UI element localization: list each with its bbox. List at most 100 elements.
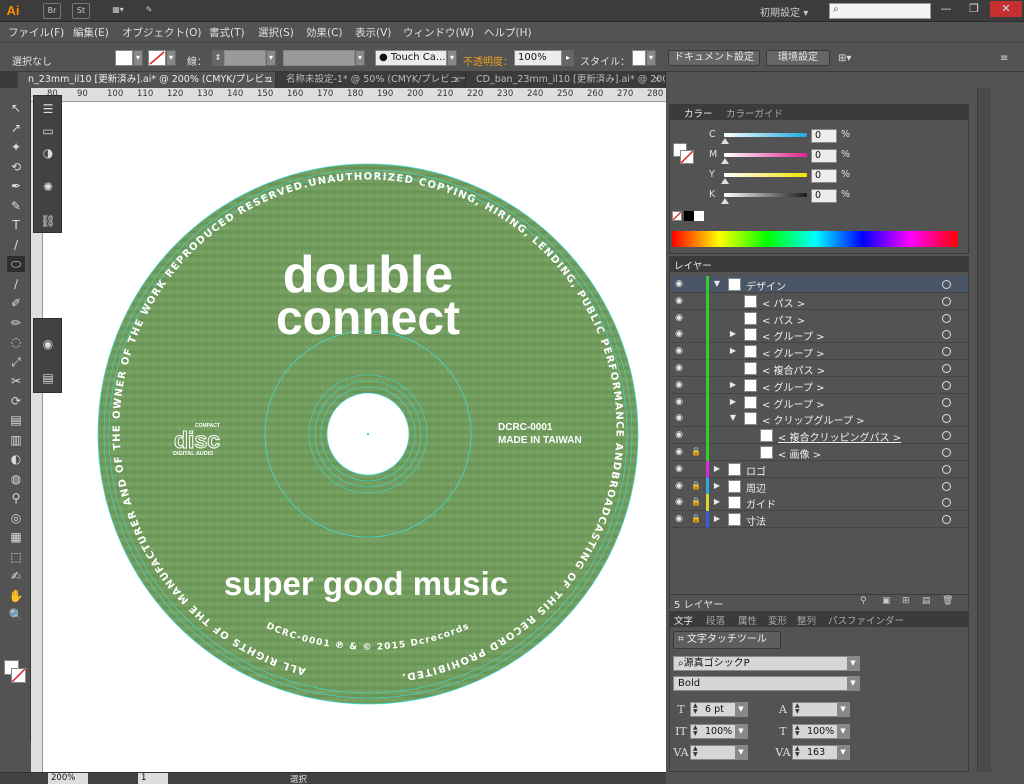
vertical-scale-input[interactable]: ▲ ▼ 100% ▼: [690, 724, 748, 739]
fill-dropdown[interactable]: ▾: [133, 50, 143, 66]
chevron-down-icon[interactable]: ▼: [735, 725, 747, 738]
expand-toggle-icon[interactable]: [744, 446, 754, 458]
layer-row[interactable]: ◉ 🔒 ▶ 周辺: [670, 477, 968, 495]
expand-toggle-icon[interactable]: [728, 362, 738, 374]
tab-paragraph[interactable]: 段落: [706, 613, 725, 627]
close-icon[interactable]: ×: [263, 72, 271, 88]
slider-value-y[interactable]: 0: [811, 169, 837, 183]
menu-view[interactable]: 表示(V): [355, 25, 391, 40]
target-circle-icon[interactable]: [942, 380, 951, 390]
selection-tool-icon[interactable]: ↖: [7, 100, 25, 116]
blend-tool-icon[interactable]: ▦: [7, 529, 25, 545]
slider-track-m[interactable]: [724, 153, 807, 157]
target-circle-icon[interactable]: [942, 397, 951, 407]
help-search-input[interactable]: ⌕: [829, 3, 931, 19]
target-circle-icon[interactable]: [942, 448, 951, 457]
tab-color[interactable]: カラー: [684, 106, 713, 120]
eye-icon[interactable]: ◉: [672, 328, 686, 340]
lock-icon[interactable]: [690, 396, 702, 408]
shape-builder-tool-icon[interactable]: ▥: [7, 432, 25, 448]
graphic-style-swatch[interactable]: [632, 50, 646, 66]
eye-icon[interactable]: ◉: [672, 362, 686, 374]
eye-icon[interactable]: ◉: [672, 513, 686, 525]
line-segment-tool-icon[interactable]: /: [7, 237, 25, 253]
layer-row[interactable]: ◉ ▶ ロゴ: [670, 460, 968, 478]
chevron-down-icon[interactable]: ▼: [837, 703, 849, 716]
minimize-button[interactable]: —: [932, 1, 960, 17]
opacity-input[interactable]: 100%: [514, 50, 562, 66]
slider-thumb[interactable]: [721, 178, 729, 184]
target-circle-icon[interactable]: [942, 347, 951, 357]
lock-icon[interactable]: [690, 412, 702, 424]
eye-icon[interactable]: ◉: [672, 396, 686, 408]
target-circle-icon[interactable]: [942, 515, 951, 525]
tab-document-1[interactable]: n_23mm_il10 [更新済み].ai* @ 200% (CMYK/プレビュ…: [18, 72, 276, 88]
eye-icon[interactable]: ◉: [672, 480, 686, 492]
layer-name[interactable]: < パス >: [762, 295, 805, 310]
expand-toggle-icon[interactable]: ▶: [728, 345, 738, 357]
menu-window[interactable]: ウィンドウ(W): [403, 25, 474, 40]
layer-name[interactable]: ロゴ: [746, 463, 766, 478]
expand-toggle-icon[interactable]: ▼: [728, 412, 738, 424]
magic-wand-tool-icon[interactable]: ✦: [7, 139, 25, 155]
slider-thumb[interactable]: [721, 138, 729, 144]
hand-tool-icon[interactable]: 🔍: [7, 607, 25, 623]
close-window-button[interactable]: ✕: [990, 1, 1022, 17]
direct-selection-tool-icon[interactable]: ↗: [7, 120, 25, 136]
layer-name[interactable]: 周辺: [746, 480, 766, 495]
layer-row[interactable]: ◉ ▶ < グループ >: [670, 326, 968, 344]
tab-document-3[interactable]: CD_ban_23mm_il10 [更新済み].ai* @ 200% (CMYK…: [466, 72, 666, 88]
artboard-number-select[interactable]: 1: [138, 773, 168, 784]
expand-toggle-icon[interactable]: ▶: [712, 496, 722, 508]
layer-row[interactable]: ◉ ▼ < クリップグループ >: [670, 410, 968, 428]
lock-icon[interactable]: [690, 463, 702, 475]
expand-toggle-icon[interactable]: ▶: [728, 328, 738, 340]
tab-layers[interactable]: レイヤー: [674, 258, 712, 272]
lock-icon[interactable]: [690, 312, 702, 324]
arrange-documents-icon[interactable]: ▦▾: [106, 3, 130, 19]
layer-row[interactable]: ◉ < パス >: [670, 292, 968, 310]
stroke-indicator[interactable]: [680, 150, 694, 164]
chevron-down-icon[interactable]: ▼: [847, 657, 859, 670]
eye-icon[interactable]: ◉: [672, 295, 686, 307]
tracking-input[interactable]: ▲ ▼ 163 ▼: [792, 745, 850, 760]
layer-name[interactable]: < グループ >: [762, 396, 825, 411]
tab-color-guide[interactable]: カラーガイド: [726, 106, 783, 120]
brush-definition[interactable]: ● Touch Ca...: [375, 50, 447, 66]
layer-row[interactable]: ◉ ▶ < グループ >: [670, 393, 968, 411]
lock-icon[interactable]: [690, 429, 702, 441]
chevron-down-icon[interactable]: ▼: [735, 703, 747, 716]
horizontal-scale-input[interactable]: ▲ ▼ 100% ▼: [792, 724, 850, 739]
type-tool-icon[interactable]: T: [7, 217, 25, 233]
slider-value-m[interactable]: 0: [811, 149, 837, 163]
layer-name[interactable]: < クリップグループ >: [762, 412, 865, 427]
chevron-down-icon[interactable]: ▼: [837, 746, 849, 759]
layer-row[interactable]: ◉ < パス >: [670, 309, 968, 327]
close-icon[interactable]: ×: [653, 72, 661, 88]
eye-icon[interactable]: ◉: [672, 429, 686, 441]
gradient-icon[interactable]: ▭: [38, 122, 58, 140]
menu-object[interactable]: オブジェクト(O): [122, 25, 201, 40]
gpu-performance-icon[interactable]: ✎: [140, 3, 158, 19]
pencil-tool-icon[interactable]: ✐: [7, 295, 25, 311]
eyedropper-tool-icon[interactable]: ◎: [7, 510, 25, 526]
font-family-select[interactable]: ⌕源真ゴシックP ▼: [673, 656, 860, 671]
stepper-icon[interactable]: ▲ ▼: [693, 703, 698, 715]
layer-row[interactable]: ◉ 🔒 ▶ ガイド: [670, 494, 968, 512]
stepper-icon[interactable]: ▲ ▼: [693, 746, 698, 758]
paintbrush-tool-icon[interactable]: ∕: [7, 276, 25, 292]
stepper-icon[interactable]: ▲ ▼: [795, 703, 800, 715]
lock-icon[interactable]: [690, 328, 702, 340]
panel-menu-icon[interactable]: ≡: [1000, 53, 1008, 64]
target-circle-icon[interactable]: [942, 481, 951, 491]
eye-icon[interactable]: ◉: [672, 496, 686, 508]
layer-name[interactable]: < 複合クリッピングパス >: [778, 429, 901, 444]
expand-toggle-icon[interactable]: ▶: [728, 379, 738, 391]
eye-icon[interactable]: ◉: [672, 463, 686, 475]
layer-row[interactable]: ◉ ▶ < グループ >: [670, 343, 968, 361]
target-circle-icon[interactable]: [942, 414, 951, 424]
new-sublayer-icon[interactable]: ⊞: [902, 596, 910, 606]
tab-document-2[interactable]: 名称未設定-1* @ 50% (CMYK/プレビュー) ×: [276, 72, 466, 88]
stroke-dropdown[interactable]: ▾: [166, 50, 176, 66]
expand-toggle-icon[interactable]: [728, 295, 738, 307]
